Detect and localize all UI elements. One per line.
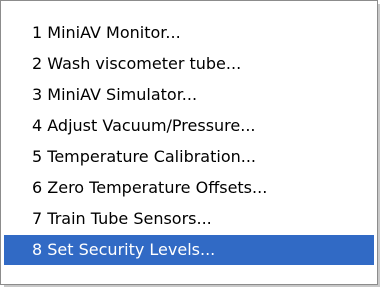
menu-item-miniav-simulator[interactable]: 3 MiniAV Simulator... — [4, 80, 374, 110]
menu-item-train-tube-sensors[interactable]: 7 Train Tube Sensors... — [4, 204, 374, 234]
menu-item-temperature-calibration[interactable]: 5 Temperature Calibration... — [4, 142, 374, 172]
menu-item-miniav-monitor[interactable]: 1 MiniAV Monitor... — [4, 18, 374, 48]
menu-shadow-bottom — [4, 285, 380, 287]
menu-item-set-security-levels[interactable]: 8 Set Security Levels... — [4, 235, 374, 265]
context-menu: 1 MiniAV Monitor... 2 Wash viscometer tu… — [0, 0, 378, 285]
menu-item-adjust-vacuum-pressure[interactable]: 4 Adjust Vacuum/Pressure... — [4, 111, 374, 141]
menu-item-wash-viscometer-tube[interactable]: 2 Wash viscometer tube... — [4, 49, 374, 79]
menu-item-zero-temperature-offsets[interactable]: 6 Zero Temperature Offsets... — [4, 173, 374, 203]
